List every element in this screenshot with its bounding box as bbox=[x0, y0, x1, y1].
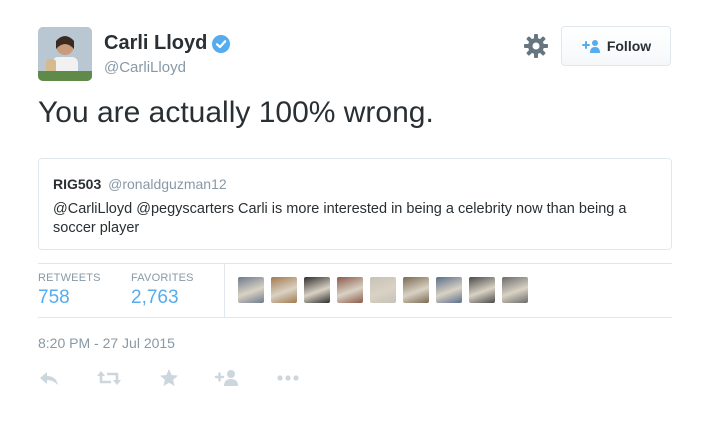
follow-button[interactable]: Follow bbox=[561, 26, 671, 66]
tweet-timestamp[interactable]: 8:20 PM - 27 Jul 2015 bbox=[38, 335, 175, 351]
quoted-author-name: RIG503 bbox=[53, 176, 102, 192]
follow-button-label: Follow bbox=[606, 38, 652, 54]
quoted-tweet-text: @CarliLloyd @pegyscarters Carli is more … bbox=[53, 201, 627, 236]
favoriter-avatar-icon[interactable] bbox=[436, 277, 462, 303]
favoriter-avatar-icon[interactable] bbox=[469, 277, 495, 303]
retweets-stat[interactable]: RETWEETS 758 bbox=[38, 272, 101, 309]
quoted-tweet[interactable]: RIG503 @ronaldguzman12 @CarliLloyd @pegy… bbox=[38, 158, 672, 250]
reply-icon[interactable] bbox=[38, 366, 60, 390]
tweet-actions bbox=[38, 366, 338, 390]
favoriter-avatar-icon[interactable] bbox=[304, 277, 330, 303]
favoriter-avatar-icon[interactable] bbox=[271, 277, 297, 303]
verified-badge-icon bbox=[212, 34, 231, 53]
favorites-label: FAVORITES bbox=[131, 272, 194, 284]
author-name-row: Carli Lloyd bbox=[104, 32, 231, 55]
follow-icon[interactable] bbox=[214, 366, 240, 390]
author-avatar[interactable] bbox=[38, 27, 92, 81]
favoriter-avatar-icon[interactable] bbox=[370, 277, 396, 303]
add-user-icon bbox=[581, 40, 600, 53]
user-avatar-icon bbox=[38, 27, 92, 81]
quoted-tweet-header: RIG503 @ronaldguzman12 bbox=[53, 175, 657, 193]
retweets-count: 758 bbox=[38, 287, 70, 308]
favoriter-avatars bbox=[238, 277, 535, 303]
quoted-author-handle: @ronaldguzman12 bbox=[108, 176, 227, 192]
favorites-stat[interactable]: FAVORITES 2,763 bbox=[131, 272, 194, 309]
favoriter-avatar-icon[interactable] bbox=[403, 277, 429, 303]
stats-bottom-divider bbox=[38, 317, 672, 318]
gear-icon[interactable] bbox=[523, 33, 549, 59]
favorites-count: 2,763 bbox=[131, 287, 179, 308]
retweet-icon[interactable] bbox=[96, 366, 122, 390]
favoriter-avatar-icon[interactable] bbox=[337, 277, 363, 303]
favorite-icon[interactable] bbox=[158, 366, 180, 390]
author-handle[interactable]: @CarliLloyd bbox=[104, 59, 186, 76]
more-icon[interactable] bbox=[275, 366, 301, 390]
tweet-stats: RETWEETS 758 FAVORITES 2,763 bbox=[38, 264, 672, 317]
favoriter-avatar-icon[interactable] bbox=[502, 277, 528, 303]
retweets-label: RETWEETS bbox=[38, 272, 101, 284]
author-name[interactable]: Carli Lloyd bbox=[104, 32, 207, 55]
tweet-text: You are actually 100% wrong. bbox=[38, 96, 434, 129]
favoriter-avatar-icon[interactable] bbox=[238, 277, 264, 303]
stats-separator bbox=[224, 264, 225, 317]
